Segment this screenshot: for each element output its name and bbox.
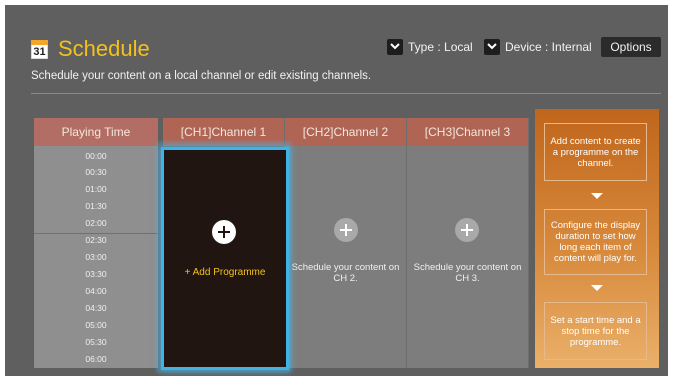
time-label: 03:30 [85,269,107,279]
page-title: Schedule [58,36,150,61]
time-label: 03:00 [85,252,107,262]
add-icon [334,218,358,242]
time-label: 00:00 [85,151,107,161]
time-label: 04:30 [85,303,107,313]
time-label: 05:30 [85,337,107,347]
time-label: 02:30 [85,235,107,245]
column-divider [528,118,529,368]
schedule-screen: 31 Schedule Schedule your content on a l… [5,5,668,376]
time-label: 02:00 [85,218,107,228]
add-icon [455,218,479,242]
channel-3-hint: Schedule your content on CH 3. [413,262,522,284]
channel-1-add-programme[interactable]: + Add Programme [161,147,289,370]
column-divider [406,118,407,368]
time-label: 00:30 [85,167,107,177]
time-label: 01:00 [85,184,107,194]
time-divider [34,233,158,234]
options-button[interactable]: Options [601,37,661,57]
channel-2-hint: Schedule your content on CH 2. [291,262,400,284]
help-step: Set a start time and a stop time for the… [544,302,647,360]
add-programme-label: + Add Programme [184,267,266,278]
help-panel: Add content to create a programme on the… [535,109,659,368]
add-icon [212,220,236,244]
chevron-down-icon [387,38,403,55]
channel-2-column[interactable]: Schedule your content on CH 2. [285,146,406,368]
channel-3-header: [CH3]Channel 3 [407,118,528,146]
calendar-icon: 31 [31,40,48,59]
channel-3-column[interactable]: Schedule your content on CH 3. [407,146,528,368]
time-label: 04:00 [85,286,107,296]
header-divider [31,93,661,94]
type-dropdown-label: Type : Local [408,39,473,54]
help-step: Add content to create a programme on the… [544,123,647,181]
page-subtitle: Schedule your content on a local channel… [31,70,372,82]
help-step: Configure the display duration to set ho… [544,209,647,275]
device-dropdown-label: Device : Internal [505,39,592,54]
calendar-day: 31 [33,46,46,58]
channel-2-header: [CH2]Channel 2 [285,118,406,146]
device-dropdown[interactable]: Device : Internal [484,38,592,55]
time-label: 01:30 [85,201,107,211]
arrow-down-icon [591,285,603,291]
arrow-down-icon [591,193,603,199]
chevron-down-icon [484,38,500,55]
playing-time-header: Playing Time [34,118,158,146]
time-label: 06:00 [85,354,107,364]
time-label: 05:00 [85,320,107,330]
type-dropdown[interactable]: Type : Local [387,38,473,55]
time-column: 00:00 00:30 01:00 01:30 02:00 02:30 03:0… [34,146,158,368]
